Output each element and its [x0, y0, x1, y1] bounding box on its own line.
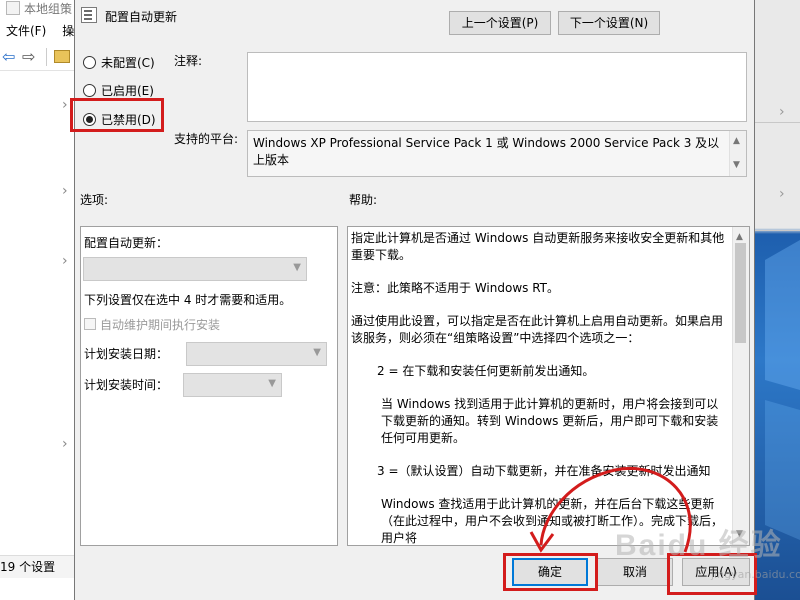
tree-expand-chevron-icon[interactable]: ›	[62, 97, 68, 113]
background-status-bar: 19 个设置	[0, 555, 74, 578]
platform-scrollbar[interactable]: ▲ ▼	[729, 131, 746, 176]
desktop-background: › ›	[755, 0, 800, 600]
chevron-down-icon: ▼	[268, 378, 276, 389]
highlight-box-disabled	[70, 98, 164, 132]
help-paragraph: 指定此计算机是否通过 Windows 自动更新服务来接收安全更新和其他重要下载。	[351, 231, 725, 262]
previous-setting-button[interactable]: 上一个设置(P)	[449, 11, 551, 35]
radio-not-configured[interactable]: 未配置(C)	[83, 53, 155, 73]
configure-auto-update-dialog: 配置自动更新 上一个设置(P) 下一个设置(N) 未配置(C) 已启用(E) 已…	[70, 0, 800, 600]
scroll-up-icon[interactable]: ▲	[733, 133, 740, 150]
platform-value: Windows XP Professional Service Pack 1 或…	[253, 136, 720, 167]
scroll-down-icon[interactable]: ▼	[733, 157, 740, 174]
configure-auto-update-label: 配置自动更新：	[84, 236, 169, 250]
tree-expand-chevron-icon[interactable]: ›	[779, 104, 785, 120]
chevron-down-icon: ▼	[293, 262, 301, 273]
radio-circle-icon[interactable]	[83, 84, 96, 97]
comment-textarea[interactable]	[247, 52, 747, 122]
watermark-logo: Baidu 经验	[615, 529, 783, 562]
forward-arrow-icon[interactable]: ⇨	[22, 49, 35, 65]
install-day-label: 计划安装日期：	[84, 347, 169, 361]
help-paragraph: 注意：此策略不适用于 Windows RT。	[351, 281, 559, 295]
install-time-label: 计划安装时间：	[84, 378, 169, 392]
tree-expand-chevron-icon[interactable]: ›	[62, 253, 68, 269]
scroll-thumb[interactable]	[735, 243, 746, 343]
install-time-select[interactable]: ▼	[183, 373, 282, 397]
background-window-title: 本地组策	[0, 0, 74, 18]
tree-expand-chevron-icon[interactable]: ›	[779, 186, 785, 202]
chevron-down-icon: ▼	[313, 347, 321, 358]
tree-expand-chevron-icon[interactable]: ›	[62, 183, 68, 199]
policy-setting-icon	[81, 7, 97, 23]
menu-action[interactable]: 操	[62, 24, 74, 38]
watermark-url: jingyan.baidu.com	[711, 568, 800, 581]
help-scrollbar[interactable]: ▲ ▼	[732, 227, 749, 545]
platform-label: 支持的平台:	[174, 132, 239, 146]
options-note: 下列设置仅在选中 4 时才需要和适用。	[84, 293, 292, 307]
background-menubar: 文件(F) 操	[0, 20, 74, 42]
comment-label: 注释:	[174, 54, 203, 68]
back-arrow-icon[interactable]: ⇦	[2, 49, 15, 65]
help-label: 帮助:	[349, 193, 378, 207]
radio-circle-icon[interactable]	[83, 56, 96, 69]
options-panel: 配置自动更新： ▼ 下列设置仅在选中 4 时才需要和适用。 自动维护期间执行安装…	[80, 226, 338, 546]
row-divider	[755, 230, 800, 231]
row-divider	[755, 122, 800, 123]
background-toolbar: ⇦ ⇨	[0, 44, 74, 71]
tree-expand-chevron-icon[interactable]: ›	[62, 436, 68, 452]
help-paragraph: 2 = 在下载和安装任何更新前发出通知。	[377, 364, 595, 378]
install-day-select[interactable]: ▼	[186, 342, 327, 366]
options-label: 选项:	[80, 193, 109, 207]
help-paragraph: 通过使用此设置，可以指定是否在此计算机上启用自动更新。如果启用该服务，则必须在“…	[351, 314, 724, 345]
menu-file[interactable]: 文件(F)	[6, 24, 46, 38]
maintenance-install-checkbox[interactable]: 自动维护期间执行安装	[84, 316, 220, 333]
folder-icon[interactable]	[54, 50, 70, 63]
dialog-title: 配置自动更新	[105, 10, 178, 24]
policy-editor-icon	[6, 1, 20, 15]
background-window: 本地组策 文件(F) 操 ⇦ ⇨ › › › › 19 个设置	[0, 0, 74, 600]
toolbar-divider	[46, 48, 47, 66]
windows-logo-light-icon	[765, 240, 800, 540]
next-setting-button[interactable]: 下一个设置(N)	[558, 11, 660, 35]
checkbox-icon[interactable]	[84, 318, 96, 330]
platform-textbox: Windows XP Professional Service Pack 1 或…	[247, 130, 747, 177]
configure-auto-update-select[interactable]: ▼	[83, 257, 307, 281]
